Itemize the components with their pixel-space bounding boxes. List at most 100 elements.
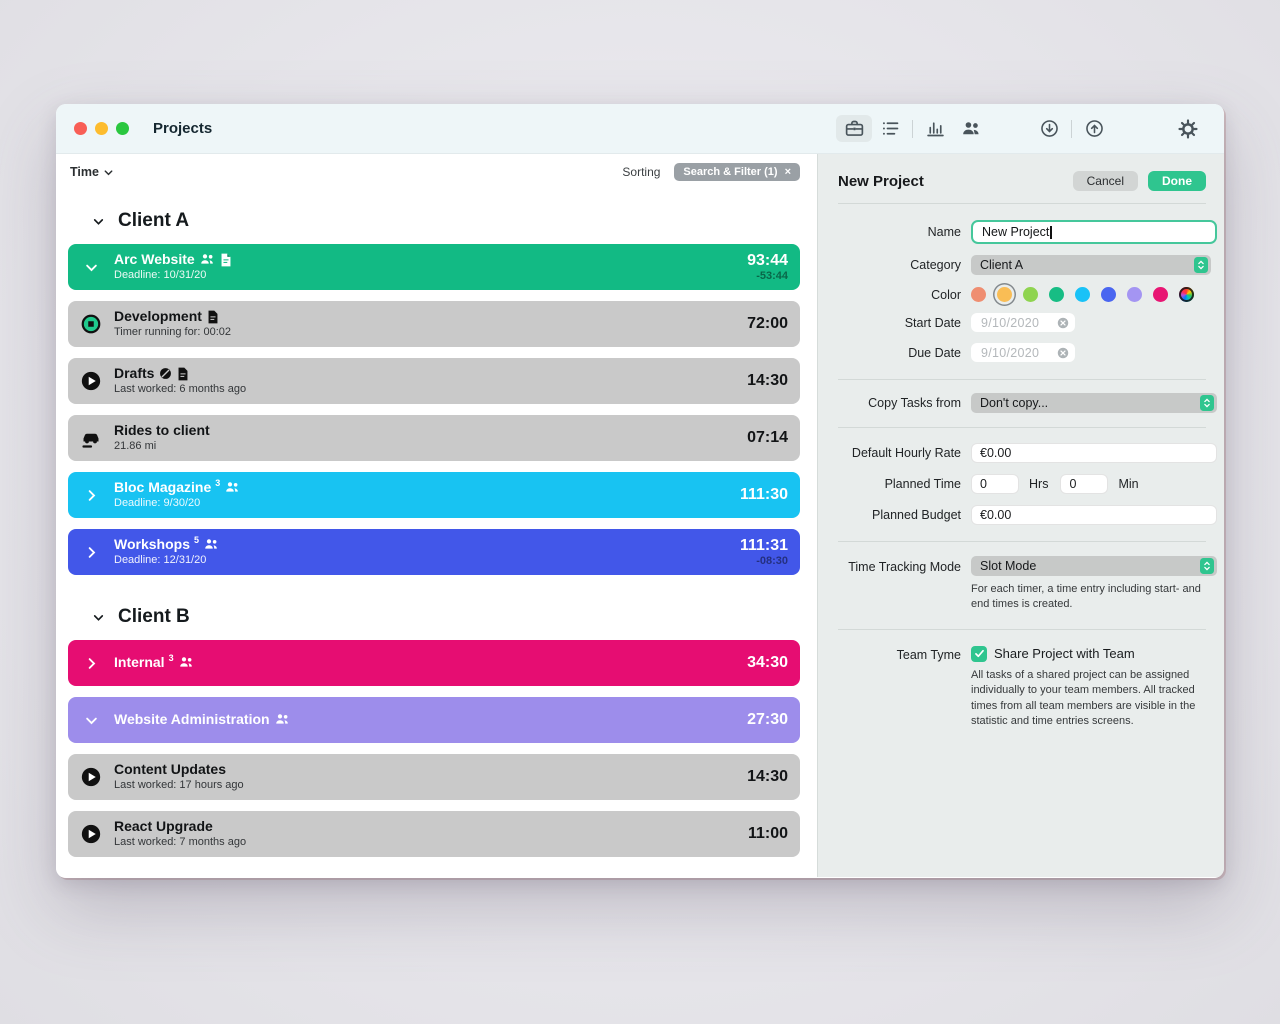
copy-tasks-label: Copy Tasks from	[838, 396, 971, 410]
team-view-button[interactable]	[953, 115, 989, 142]
sorting-label[interactable]: Sorting	[622, 165, 660, 179]
project-row-drafts[interactable]: Drafts Last worked: 6 months ago 14:30	[68, 358, 800, 404]
planned-budget-value: €0.00	[980, 508, 1011, 522]
people-icon	[179, 656, 194, 669]
search-filter-label: Search & Filter (1)	[683, 166, 777, 178]
zoom-window-button[interactable]	[116, 122, 129, 135]
color-swatch-purple[interactable]	[1127, 287, 1142, 302]
projects-view-button[interactable]	[836, 115, 872, 142]
bar-chart-icon	[925, 118, 946, 139]
chevron-right-icon[interactable]	[84, 488, 99, 503]
color-swatch-orange-selected[interactable]	[997, 287, 1012, 302]
clear-date-icon[interactable]	[1056, 316, 1070, 330]
project-subtitle: Last worked: 7 months ago	[114, 836, 748, 849]
project-row-bloc-magazine[interactable]: Bloc Magazine3 Deadline: 9/30/20 111:30	[68, 472, 800, 518]
stop-timer-icon[interactable]	[80, 313, 102, 335]
project-row-arc-website[interactable]: Arc Website Deadline: 10/31/20 93:44 -53…	[68, 244, 800, 290]
project-subtitle: Deadline: 10/31/20	[114, 269, 747, 282]
color-swatch-green[interactable]	[1023, 287, 1038, 302]
chevron-down-icon[interactable]	[92, 611, 105, 624]
project-row-internal[interactable]: Internal3 34:30	[68, 640, 800, 686]
minutes-unit-label: Min	[1118, 477, 1138, 491]
settings-button[interactable]	[1170, 115, 1206, 142]
category-dropdown[interactable]: Client A	[971, 255, 1211, 275]
search-filter-badge[interactable]: Search & Filter (1) ×	[674, 163, 800, 181]
chevron-down-icon[interactable]	[84, 260, 99, 275]
project-title: Bloc Magazine	[114, 480, 211, 495]
statistics-view-button[interactable]	[917, 115, 953, 142]
traffic-lights	[74, 122, 129, 135]
minimize-window-button[interactable]	[95, 122, 108, 135]
project-row-workshops[interactable]: Workshops5 Deadline: 12/31/20 111:31 -08…	[68, 529, 800, 575]
project-title: Drafts	[114, 366, 154, 381]
copy-tasks-dropdown[interactable]: Don't copy...	[971, 393, 1217, 413]
project-row-development[interactable]: Development Timer running for: 00:02 72:…	[68, 301, 800, 347]
color-swatch-cyan[interactable]	[1075, 287, 1090, 302]
chevron-right-icon[interactable]	[84, 545, 99, 560]
planned-hours-input[interactable]: 0	[971, 474, 1019, 494]
task-count-superscript: 3	[169, 654, 174, 664]
project-row-content-updates[interactable]: Content Updates Last worked: 17 hours ag…	[68, 754, 800, 800]
chevron-down-icon[interactable]	[84, 713, 99, 728]
planned-minutes-value: 0	[1069, 477, 1076, 491]
color-swatch-coral[interactable]	[971, 287, 986, 302]
team-tyme-label: Team Tyme	[838, 646, 971, 662]
group-label: Client A	[118, 210, 189, 232]
name-input[interactable]: New Project	[971, 220, 1217, 244]
group-label: Client B	[118, 606, 190, 628]
project-row-react-upgrade[interactable]: React Upgrade Last worked: 7 months ago …	[68, 811, 800, 857]
task-count-superscript: 3	[215, 479, 220, 489]
cancel-button[interactable]: Cancel	[1073, 171, 1138, 191]
group-header-client-a[interactable]: Client A	[56, 190, 817, 244]
chevron-right-icon[interactable]	[84, 656, 99, 671]
hourly-rate-input[interactable]: €0.00	[971, 443, 1217, 463]
tracking-mode-dropdown[interactable]: Slot Mode	[971, 556, 1217, 576]
clear-filter-icon[interactable]: ×	[785, 166, 791, 178]
project-time: 111:31	[740, 537, 788, 555]
close-window-button[interactable]	[74, 122, 87, 135]
color-swatch-row	[971, 287, 1194, 302]
copy-tasks-value: Don't copy...	[980, 396, 1200, 410]
people-icon	[961, 118, 982, 139]
name-value: New Project	[982, 225, 1049, 239]
task-count-superscript: 5	[194, 536, 199, 546]
color-swatch-blue[interactable]	[1101, 287, 1116, 302]
project-row-rides-to-client[interactable]: Rides to client 21.86 mi 07:14	[68, 415, 800, 461]
play-icon[interactable]	[80, 823, 102, 845]
view-mode-dropdown[interactable]: Time	[70, 165, 114, 179]
people-icon	[275, 713, 290, 726]
color-swatch-emerald[interactable]	[1049, 287, 1064, 302]
project-title: Arc Website	[114, 252, 195, 267]
group-header-client-b[interactable]: Client B	[56, 586, 817, 640]
tracking-mode-value: Slot Mode	[980, 559, 1200, 573]
checkbox-checked-icon[interactable]	[971, 646, 987, 662]
export-button[interactable]	[1076, 115, 1112, 142]
chevron-down-icon	[103, 167, 114, 178]
project-overtime: -08:30	[740, 555, 788, 567]
color-swatch-custom-wheel[interactable]	[1179, 287, 1194, 302]
tracking-mode-description: For each timer, a time entry including s…	[971, 582, 1218, 613]
import-button[interactable]	[1031, 115, 1067, 142]
tracking-mode-label: Time Tracking Mode	[838, 556, 971, 574]
start-date-input[interactable]: 9/10/2020	[971, 313, 1075, 332]
share-project-checkbox-row[interactable]: Share Project with Team	[971, 646, 1135, 662]
share-project-label[interactable]: Share Project with Team	[994, 646, 1135, 661]
project-overtime: -53:44	[747, 270, 788, 282]
clear-date-icon[interactable]	[1056, 346, 1070, 360]
done-button[interactable]: Done	[1148, 171, 1206, 191]
color-swatch-magenta[interactable]	[1153, 287, 1168, 302]
project-row-website-administration[interactable]: Website Administration 27:30	[68, 697, 800, 743]
planned-minutes-input[interactable]: 0	[1060, 474, 1108, 494]
project-subtitle: Deadline: 12/31/20	[114, 554, 740, 567]
play-icon[interactable]	[80, 370, 102, 392]
due-date-input[interactable]: 9/10/2020	[971, 343, 1075, 362]
planned-budget-input[interactable]: €0.00	[971, 505, 1217, 525]
name-label: Name	[838, 225, 971, 239]
play-icon[interactable]	[80, 766, 102, 788]
document-icon	[220, 253, 232, 267]
chevron-down-icon[interactable]	[92, 215, 105, 228]
project-subtitle: Deadline: 9/30/20	[114, 497, 740, 510]
task-list-view-button[interactable]	[872, 115, 908, 142]
hourly-rate-label: Default Hourly Rate	[838, 446, 971, 460]
planned-budget-label: Planned Budget	[838, 508, 971, 522]
